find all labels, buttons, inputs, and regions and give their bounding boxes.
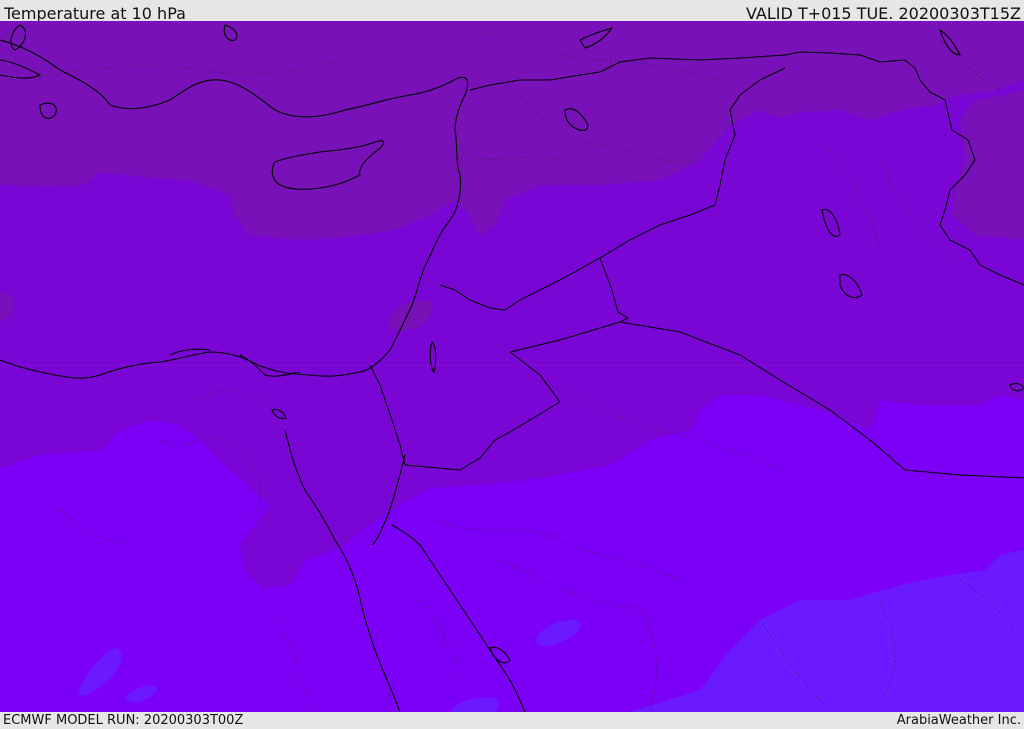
- footer-bar: ECMWF MODEL RUN: 20200303T00Z ArabiaWeat…: [0, 712, 1024, 729]
- weather-map: [0, 21, 1024, 712]
- header-bar: Temperature at 10 hPa VALID T+015 TUE. 2…: [0, 0, 1024, 23]
- credit-text: ArabiaWeather Inc.: [896, 713, 1021, 728]
- model-run: ECMWF MODEL RUN: 20200303T00Z: [3, 713, 244, 728]
